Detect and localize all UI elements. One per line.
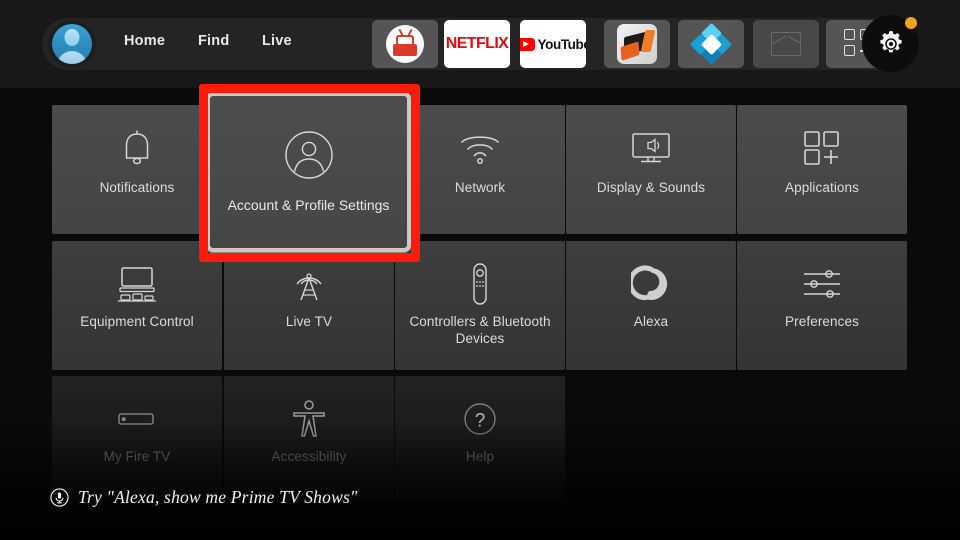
tile-alexa[interactable]: Alexa [566, 241, 736, 370]
bell-icon [52, 105, 222, 177]
tile-equipment-control[interactable]: Equipment Control [52, 241, 222, 370]
nav-item-live[interactable]: Live [262, 33, 292, 49]
tile-notifications[interactable]: Notifications [52, 105, 226, 234]
remote-control-icon [395, 241, 565, 313]
firetv-stick-icon [52, 376, 222, 448]
accessibility-person-icon [224, 376, 394, 448]
tile-label: Help [465, 449, 495, 464]
downloader-icon [617, 24, 657, 64]
settings-button[interactable] [862, 15, 919, 72]
tile-help[interactable]: ? Help [395, 376, 565, 501]
app-shortcut-prime-video[interactable] [372, 20, 438, 68]
question-circle-icon: ? [395, 376, 565, 448]
app-shortcut-downloader[interactable] [604, 20, 670, 68]
tile-label: Live TV [285, 314, 333, 329]
svg-text:?: ? [475, 411, 486, 432]
tile-label: Account & Profile Settings [227, 197, 390, 213]
tile-label: Applications [785, 180, 859, 195]
microphone-icon [50, 488, 69, 507]
settings-notification-badge [905, 17, 917, 29]
nav-item-find[interactable]: Find [198, 33, 229, 49]
app-shortcut-youtube[interactable]: YouTube [520, 20, 586, 68]
tile-applications[interactable]: Applications [737, 105, 907, 234]
netflix-icon: NETFLIX [445, 35, 509, 52]
alexa-hint: Try "Alexa, show me Prime TV Shows" [50, 487, 358, 508]
tile-account-profile-settings[interactable]: Account & Profile Settings [206, 92, 411, 252]
avatar[interactable] [48, 20, 96, 68]
tile-my-fire-tv[interactable]: My Fire TV [52, 376, 222, 501]
app-shortcut-photos[interactable] [753, 20, 819, 68]
tile-live-tv[interactable]: Live TV [224, 241, 394, 370]
alexa-ring-icon [566, 241, 736, 313]
photos-icon [771, 32, 801, 56]
sliders-icon [737, 241, 907, 313]
tile-label: Equipment Control [80, 314, 194, 329]
alexa-hint-text: Try "Alexa, show me Prime TV Shows" [78, 487, 358, 507]
tile-display-and-sounds[interactable]: Display & Sounds [566, 105, 736, 234]
tile-label: Controllers & Bluetooth Devices [409, 314, 551, 346]
account-profile-icon [283, 129, 335, 181]
tv-equipment-icon [52, 241, 222, 313]
gear-icon [879, 30, 902, 52]
fire-tv-settings-screen: Home Find Live NETFLIX YouTube Notificat… [0, 0, 960, 540]
tile-controllers-and-bluetooth-devices[interactable]: Controllers & Bluetooth Devices [395, 241, 565, 370]
tile-label: Network [454, 180, 506, 195]
tile-label: Display & Sounds [596, 180, 706, 195]
nav-item-home[interactable]: Home [124, 33, 165, 49]
tile-label: Alexa [633, 314, 669, 329]
tile-accessibility[interactable]: Accessibility [224, 376, 394, 501]
tile-network[interactable]: Network [395, 105, 565, 234]
tile-preferences[interactable]: Preferences [737, 241, 907, 370]
top-navigation-bar: Home Find Live NETFLIX YouTube [0, 0, 960, 88]
app-grid-plus-icon [737, 105, 907, 177]
wifi-icon [395, 105, 565, 177]
app-shortcut-kodi[interactable] [678, 20, 744, 68]
tv-speaker-icon [566, 105, 736, 177]
tile-label: My Fire TV [103, 449, 171, 464]
kodi-icon [689, 22, 733, 66]
tile-label: Notifications [99, 180, 175, 195]
app-shortcut-netflix[interactable]: NETFLIX [444, 20, 510, 68]
youtube-icon: YouTube [520, 37, 586, 52]
prime-video-icon [386, 25, 424, 63]
user-avatar-icon [52, 24, 92, 64]
tile-label: Accessibility [271, 449, 347, 464]
tile-label: Preferences [785, 314, 859, 329]
